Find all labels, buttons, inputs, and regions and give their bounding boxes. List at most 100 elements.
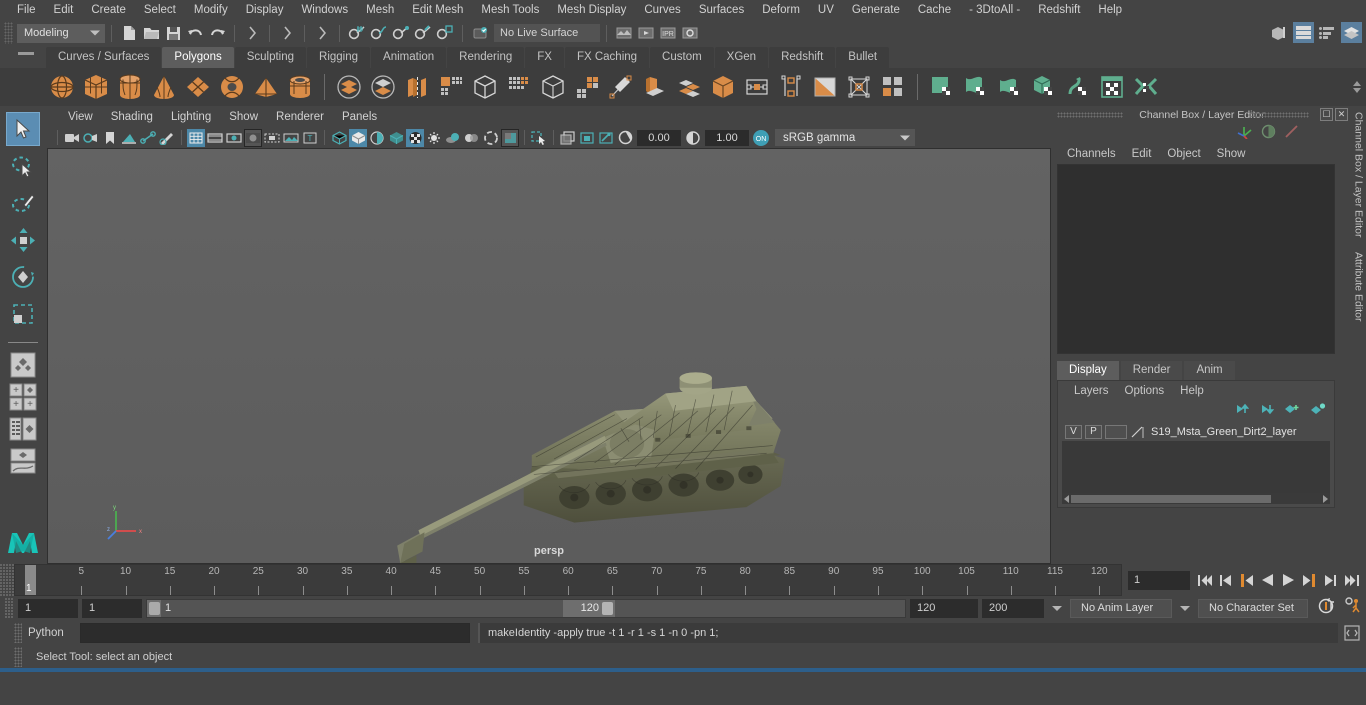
animation-preferences-icon[interactable] bbox=[1344, 597, 1362, 619]
tool-settings-toggle-icon[interactable] bbox=[1317, 22, 1338, 43]
poly-append-icon[interactable] bbox=[537, 71, 569, 103]
paint-select-tool[interactable] bbox=[6, 186, 40, 220]
persp-viewport[interactable]: y x z persp bbox=[47, 148, 1051, 564]
poly-uv-sets-icon[interactable] bbox=[877, 71, 909, 103]
select-by-hierarchy-icon[interactable] bbox=[241, 23, 263, 43]
menu-mesh-tools[interactable]: Mesh Tools bbox=[472, 0, 548, 20]
shadows-icon[interactable] bbox=[425, 129, 443, 147]
poly-cube-icon[interactable] bbox=[80, 71, 112, 103]
tab-render[interactable]: Render bbox=[1120, 361, 1183, 380]
safe-title-icon[interactable]: T bbox=[301, 129, 319, 147]
open-scene-icon[interactable] bbox=[140, 23, 162, 43]
range-handle-right-grip[interactable] bbox=[602, 601, 613, 615]
scroll-left-icon[interactable] bbox=[1064, 494, 1069, 503]
motion-blur-icon[interactable] bbox=[463, 129, 481, 147]
uv-unfold-icon[interactable] bbox=[1062, 71, 1094, 103]
play-backwards-icon[interactable] bbox=[1259, 570, 1276, 590]
menu-edit[interactable]: Edit bbox=[45, 0, 83, 20]
snap-to-point-icon[interactable] bbox=[390, 23, 412, 43]
shelf-tab-xgen[interactable]: XGen bbox=[714, 47, 769, 68]
chevron-down-icon[interactable] bbox=[1180, 605, 1190, 611]
viewport-menu-panels[interactable]: Panels bbox=[333, 111, 386, 123]
uv-automatic-icon[interactable] bbox=[1028, 71, 1060, 103]
twopoint-icon[interactable] bbox=[139, 129, 157, 147]
layer-help-menu[interactable]: Help bbox=[1172, 385, 1212, 397]
snap-to-projected-center-icon[interactable] bbox=[412, 23, 434, 43]
save-scene-icon[interactable] bbox=[162, 23, 184, 43]
poly-plane-icon[interactable] bbox=[182, 71, 214, 103]
chevron-down-icon[interactable] bbox=[1052, 605, 1062, 611]
side-tab-attribute-editor[interactable]: Attribute Editor bbox=[1353, 252, 1365, 321]
viewport-menu-show[interactable]: Show bbox=[220, 111, 267, 123]
auto-key-icon[interactable] bbox=[1318, 597, 1336, 619]
range-start-field[interactable]: 1 bbox=[18, 598, 78, 618]
render-view-icon[interactable] bbox=[613, 23, 635, 43]
attribute-editor-toggle-icon[interactable] bbox=[1293, 22, 1314, 43]
layer-list-scrollbar[interactable] bbox=[1062, 493, 1330, 504]
viewport-menu-view[interactable]: View bbox=[59, 111, 102, 123]
channels-show-menu[interactable]: Show bbox=[1209, 148, 1254, 160]
go-to-start-icon[interactable] bbox=[1196, 570, 1213, 590]
menu-curves[interactable]: Curves bbox=[635, 0, 689, 20]
chevron-down-icon[interactable] bbox=[1353, 88, 1361, 93]
uv-editor-icon[interactable] bbox=[1096, 71, 1128, 103]
select-tool[interactable] bbox=[5, 112, 40, 146]
camera-attributes-icon[interactable] bbox=[82, 129, 100, 147]
range-handle-left[interactable] bbox=[147, 599, 161, 617]
exposure-field[interactable]: 0.00 bbox=[637, 129, 681, 146]
menu-uv[interactable]: UV bbox=[809, 0, 843, 20]
layer-color-swatch[interactable] bbox=[1130, 425, 1144, 439]
menu-modify[interactable]: Modify bbox=[185, 0, 237, 20]
hypershade-icon[interactable] bbox=[1284, 124, 1299, 144]
side-tab-channel-box[interactable]: Channel Box / Layer Editor bbox=[1353, 112, 1365, 238]
create-layer-from-selected-icon[interactable] bbox=[1310, 402, 1326, 420]
move-layer-up-icon[interactable] bbox=[1234, 402, 1250, 420]
live-surface-field[interactable]: No Live Surface bbox=[494, 24, 600, 42]
time-slider[interactable]: 1 5 10 15 20 25 30 35 40 45 50 55 60 65 70 75 80 85 90 95 1… bbox=[14, 564, 1122, 596]
play-forwards-icon[interactable] bbox=[1280, 570, 1297, 590]
step-forward-frame-icon[interactable] bbox=[1301, 570, 1318, 590]
panel-grip-right[interactable] bbox=[1249, 112, 1309, 118]
menu-help[interactable]: Help bbox=[1089, 0, 1131, 20]
help-line-grip[interactable] bbox=[14, 647, 22, 667]
status-line-grip[interactable] bbox=[4, 22, 13, 44]
viewport-menu-lighting[interactable]: Lighting bbox=[162, 111, 220, 123]
playback-start-field[interactable]: 1 bbox=[82, 598, 142, 618]
menu-mesh[interactable]: Mesh bbox=[357, 0, 403, 20]
poly-bevel-icon[interactable] bbox=[605, 71, 637, 103]
viewport-menu-renderer[interactable]: Renderer bbox=[267, 111, 333, 123]
multisample-icon[interactable] bbox=[482, 129, 500, 147]
poly-split-icon[interactable] bbox=[741, 71, 773, 103]
create-new-layer-icon[interactable] bbox=[1284, 402, 1300, 420]
shelf-tab-menu-icon[interactable] bbox=[18, 52, 34, 55]
close-icon[interactable]: ✕ bbox=[1335, 108, 1348, 121]
layers-menu[interactable]: Layers bbox=[1066, 385, 1117, 397]
move-tool[interactable] bbox=[6, 223, 40, 257]
shelf-tab-rigging[interactable]: Rigging bbox=[307, 47, 371, 68]
range-slider[interactable]: 1 120 bbox=[146, 598, 906, 618]
poly-torus-icon[interactable] bbox=[216, 71, 248, 103]
shaded-wireframe-icon[interactable] bbox=[368, 129, 386, 147]
panel-grip-left[interactable] bbox=[1057, 112, 1123, 118]
layer-playback-toggle[interactable]: P bbox=[1085, 425, 1102, 439]
menu-3dtoall[interactable]: - 3DtoAll - bbox=[960, 0, 1029, 20]
color-management-toggle-icon[interactable]: ON bbox=[752, 129, 770, 147]
poly-merge-icon[interactable] bbox=[707, 71, 739, 103]
select-camera-icon[interactable] bbox=[63, 129, 81, 147]
poly-mirror-icon[interactable] bbox=[503, 71, 535, 103]
scroll-thumb[interactable] bbox=[1071, 494, 1271, 503]
poly-quad-draw-icon[interactable] bbox=[843, 71, 875, 103]
layer-display-type-toggle[interactable] bbox=[1105, 425, 1127, 439]
render-current-frame-icon[interactable] bbox=[635, 23, 657, 43]
channels-edit-menu[interactable]: Edit bbox=[1124, 148, 1160, 160]
poly-smooth-icon[interactable] bbox=[435, 71, 467, 103]
gamma-icon[interactable] bbox=[684, 129, 702, 147]
go-to-end-icon[interactable] bbox=[1343, 570, 1360, 590]
ipr-render-icon[interactable]: IPR bbox=[657, 23, 679, 43]
hardware-texture-icon[interactable] bbox=[387, 129, 405, 147]
time-slider-grip[interactable] bbox=[0, 564, 14, 596]
poly-multicut-icon[interactable] bbox=[809, 71, 841, 103]
poly-pyramid-icon[interactable] bbox=[250, 71, 282, 103]
safe-action-icon[interactable] bbox=[282, 129, 300, 147]
gamma-field[interactable]: 1.00 bbox=[705, 129, 749, 146]
